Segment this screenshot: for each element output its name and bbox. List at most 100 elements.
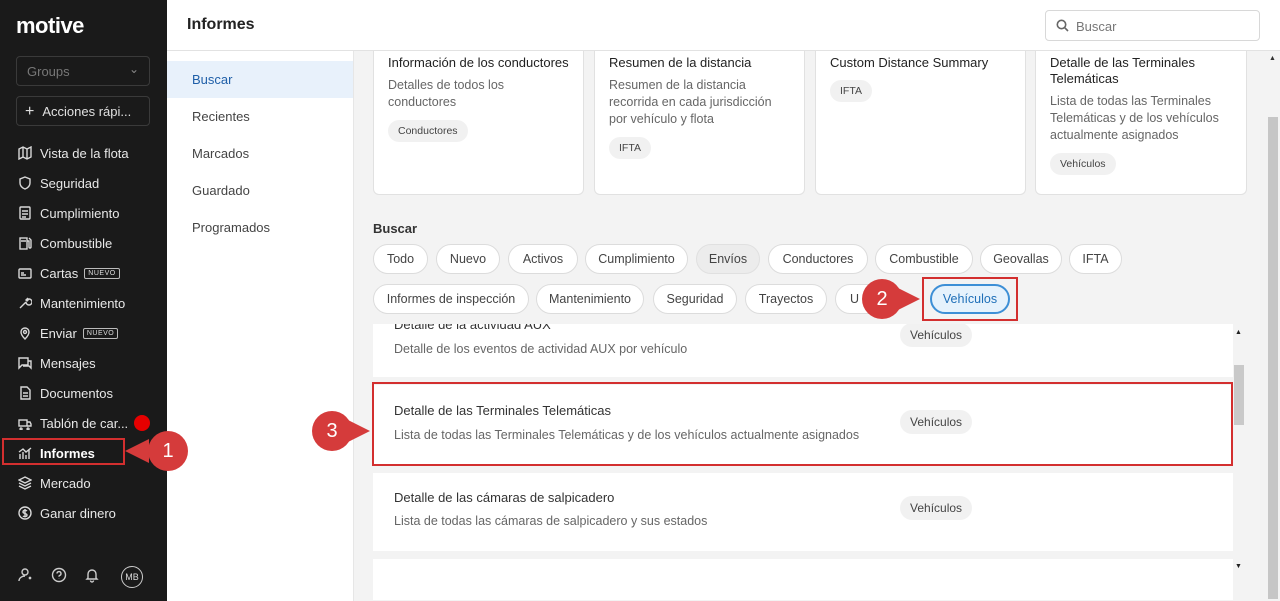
step-marker-1: 1 xyxy=(148,431,188,471)
filter-chip-drivers[interactable]: Conductores xyxy=(768,244,868,274)
sidebar-item-marketplace[interactable]: Mercado xyxy=(0,468,167,498)
step-marker-3: 3 xyxy=(312,411,352,451)
sidebar-item-fuel[interactable]: Combustible xyxy=(0,228,167,258)
filter-chip-safety[interactable]: Seguridad xyxy=(653,284,737,314)
shield-icon xyxy=(18,176,32,190)
groups-select[interactable]: Groups ⌄ xyxy=(16,56,150,86)
sidebar-nav: Vista de la flota Seguridad Cumplimiento… xyxy=(0,138,167,528)
search-section-label: Buscar xyxy=(373,221,418,236)
sidebar-item-label: Mantenimiento xyxy=(40,295,126,311)
filter-chip-active[interactable]: Activos xyxy=(508,244,578,274)
filter-chip-fuel[interactable]: Combustible xyxy=(875,244,973,274)
avatar[interactable]: MB xyxy=(121,566,143,588)
subnav-item-scheduled[interactable]: Programados xyxy=(167,209,353,246)
chevron-down-icon: ⌄ xyxy=(128,62,139,76)
list-item[interactable]: Detalle de las cámaras de salpicadero Li… xyxy=(373,473,1233,551)
list-item[interactable]: Detalle de la actividad AUX Detalle de l… xyxy=(373,324,1233,377)
filter-chip-geofences[interactable]: Geovallas xyxy=(980,244,1062,274)
sidebar-item-label: Combustible xyxy=(40,235,113,251)
scroll-thumb[interactable] xyxy=(1268,117,1278,599)
report-card[interactable]: Información de los conductores Detalles … xyxy=(373,51,584,195)
report-card-title: Custom Distance Summary xyxy=(830,55,989,70)
report-card-description: Resumen de la distancia recorrida en cad… xyxy=(609,78,772,126)
reports-subnav: Buscar Recientes Marcados Guardado Progr… xyxy=(167,51,354,601)
sidebar-item-label: Seguridad xyxy=(40,175,100,191)
scroll-up-arrow-icon[interactable]: ▲ xyxy=(1269,55,1276,62)
report-card[interactable]: Resumen de la distancia Resumen de la di… xyxy=(594,51,805,195)
list-item-description: Detalle de los eventos de actividad AUX … xyxy=(394,342,688,356)
sidebar-item-label: Mercado xyxy=(40,475,91,491)
sidebar-item-label: Vista de la flota xyxy=(40,145,129,161)
subnav-item-search[interactable]: Buscar xyxy=(167,61,353,98)
help-icon[interactable] xyxy=(51,567,67,588)
report-card-description: Lista de todas las Terminales Telemática… xyxy=(1050,94,1219,142)
sidebar-item-label: Enviar xyxy=(40,325,77,341)
filter-chip-new[interactable]: Nuevo xyxy=(436,244,500,274)
scroll-down-arrow-icon[interactable]: ▼ xyxy=(1235,563,1242,570)
filter-chip-inspection-reports[interactable]: Informes de inspección xyxy=(373,284,529,314)
list-item[interactable] xyxy=(373,559,1233,600)
category-chip: IFTA xyxy=(830,80,872,102)
step-marker-2: 2 xyxy=(862,279,902,319)
subnav-item-bookmarked[interactable]: Marcados xyxy=(167,135,353,172)
filter-chip-trips[interactable]: Trayectos xyxy=(745,284,827,314)
filter-chip-all[interactable]: Todo xyxy=(373,244,428,274)
filter-chip-maintenance[interactable]: Mantenimiento xyxy=(536,284,644,314)
category-chip: Vehículos xyxy=(1050,153,1116,175)
list-item-description: Lista de todas las cámaras de salpicader… xyxy=(394,514,708,528)
file-icon xyxy=(18,386,32,400)
scroll-thumb[interactable] xyxy=(1234,365,1244,425)
sidebar-item-documents[interactable]: Documentos xyxy=(0,378,167,408)
highlight-box-1 xyxy=(2,438,125,465)
filter-chip-ifta[interactable]: IFTA xyxy=(1069,244,1122,274)
filter-chip-compliance[interactable]: Cumplimiento xyxy=(585,244,688,274)
sidebar-item-maintenance[interactable]: Mantenimiento xyxy=(0,288,167,318)
map-icon xyxy=(18,146,32,160)
sidebar-item-cards[interactable]: Cartas NUEVO xyxy=(0,258,167,288)
sidebar-item-dispatch[interactable]: Enviar NUEVO xyxy=(0,318,167,348)
sidebar-footer: MB xyxy=(18,566,143,588)
motive-logo[interactable]: motive xyxy=(16,13,84,39)
sidebar-item-label: Mensajes xyxy=(40,355,96,371)
report-card[interactable]: Custom Distance Summary IFTA xyxy=(815,51,1026,195)
sidebar-item-safety[interactable]: Seguridad xyxy=(0,168,167,198)
highlight-box-3 xyxy=(372,382,1233,466)
sidebar-item-fleet-view[interactable]: Vista de la flota xyxy=(0,138,167,168)
quick-actions-button[interactable]: + Acciones rápi... xyxy=(16,96,150,126)
report-card-title: Detalle de las Terminales Telemáticas xyxy=(1050,55,1195,86)
scroll-up-arrow-icon[interactable]: ▲ xyxy=(1235,329,1242,336)
category-chip: Vehículos xyxy=(900,496,973,520)
send-icon xyxy=(18,326,32,340)
list-item-title: Detalle de las cámaras de salpicadero xyxy=(394,490,615,505)
search-icon xyxy=(1056,19,1069,37)
list-scrollbar[interactable]: ▲ ▼ xyxy=(1233,325,1245,575)
filter-chip-dispatch[interactable]: Envíos xyxy=(696,244,760,274)
page-header: Informes xyxy=(167,0,1280,51)
sidebar-item-label: Ganar dinero xyxy=(40,505,116,521)
dollar-icon xyxy=(18,506,32,520)
sidebar-item-earn-money[interactable]: Ganar dinero xyxy=(0,498,167,528)
bell-icon[interactable] xyxy=(84,567,100,588)
sidebar-item-load-board[interactable]: Tablón de car... xyxy=(0,408,167,438)
groups-placeholder: Groups xyxy=(27,64,70,79)
report-card[interactable]: Detalle de las Terminales Telemáticas Li… xyxy=(1035,51,1247,195)
report-card-title: Información de los conductores xyxy=(388,55,569,70)
sidebar: motive Groups ⌄ + Acciones rápi... Vista … xyxy=(0,0,167,601)
subnav-item-recent[interactable]: Recientes xyxy=(167,98,353,135)
sidebar-item-messages[interactable]: Mensajes xyxy=(0,348,167,378)
subnav-item-saved[interactable]: Guardado xyxy=(167,172,353,209)
page-scrollbar[interactable]: ▲ xyxy=(1266,51,1280,601)
sidebar-item-compliance[interactable]: Cumplimiento xyxy=(0,198,167,228)
sidebar-item-label: Tablón de car... xyxy=(40,415,129,431)
document-icon xyxy=(18,206,32,220)
wrench-icon xyxy=(18,296,32,310)
report-card-title: Resumen de la distancia xyxy=(609,55,752,70)
search-box[interactable] xyxy=(1045,10,1260,41)
plus-icon: + xyxy=(25,103,35,120)
user-settings-icon[interactable] xyxy=(18,567,34,588)
search-input[interactable] xyxy=(1076,16,1251,36)
list-item-title: Detalle de la actividad AUX xyxy=(394,324,551,332)
page-title: Informes xyxy=(187,16,255,33)
sidebar-item-label: Cumplimiento xyxy=(40,205,120,221)
notification-dot xyxy=(134,415,150,431)
